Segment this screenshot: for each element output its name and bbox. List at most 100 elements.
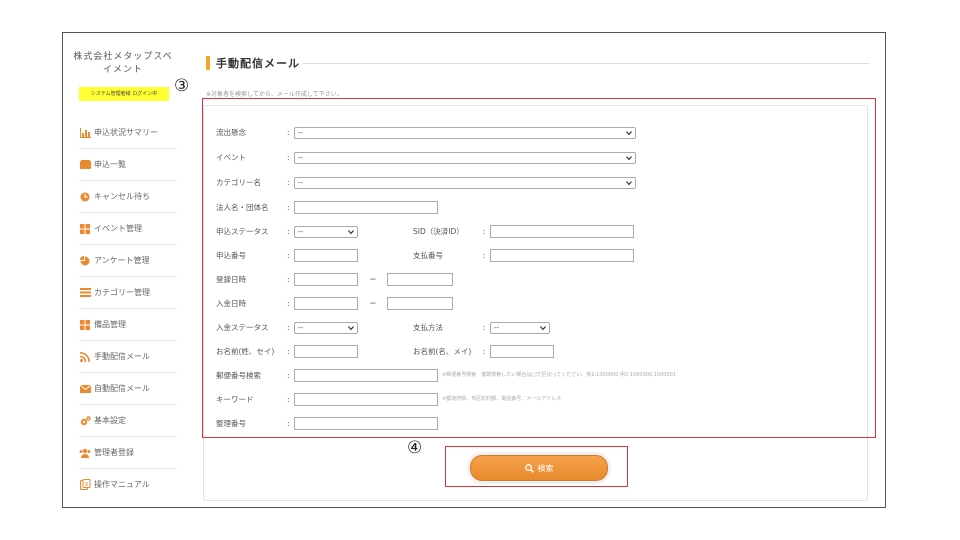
sidebar-item-label: 申込一覧 xyxy=(94,160,126,169)
colon: : xyxy=(287,227,290,236)
zip-search-input[interactable] xyxy=(294,369,438,382)
label-zip-search: 郵便番号検索 xyxy=(216,371,261,380)
rss-icon xyxy=(79,351,91,362)
chevron-down-icon xyxy=(540,326,546,331)
chevron-down-icon xyxy=(348,230,354,235)
sidebar-item-auto-mail[interactable]: 自動配信メール xyxy=(79,373,177,405)
event-select[interactable]: -- xyxy=(294,152,636,164)
colon: : xyxy=(287,299,290,308)
label-sid: SID（決済ID） xyxy=(413,227,464,236)
colon: : xyxy=(287,371,290,380)
sidebar-item-events[interactable]: イベント管理 xyxy=(79,213,177,245)
application-number-input[interactable] xyxy=(294,249,358,262)
keyword-input[interactable] xyxy=(294,393,438,406)
name-first-input[interactable] xyxy=(490,345,554,358)
sid-input[interactable] xyxy=(490,225,634,238)
colon: : xyxy=(287,323,290,332)
label-payment-method: 支払方法 xyxy=(413,323,443,332)
label-payment-date: 入金日時 xyxy=(216,299,246,308)
sidebar-item-equipment[interactable]: 備品管理 xyxy=(79,309,177,341)
registration-date-from-input[interactable] xyxy=(294,273,358,286)
sidebar-item-label: キャンセル待ち xyxy=(94,192,150,201)
sidebar-item-label: 自動配信メール xyxy=(94,384,150,393)
sidebar-item-label: 手動配信メール xyxy=(94,352,150,361)
sidebar-item-label: 管理者登録 xyxy=(94,448,134,457)
sidebar-item-waitlist[interactable]: キャンセル待ち xyxy=(79,181,177,213)
payment-date-to-input[interactable] xyxy=(387,297,453,310)
chevron-down-icon xyxy=(626,156,632,161)
sidebar-item-summary[interactable]: 申込状況サマリー xyxy=(79,117,177,149)
manual-icon xyxy=(79,479,91,490)
keyword-hint: ※都道府県、市区町村都、電話番号、メールアドレス xyxy=(442,396,562,402)
clock-icon xyxy=(79,191,91,202)
chevron-down-icon xyxy=(348,326,354,331)
colon: : xyxy=(483,227,486,236)
colon: : xyxy=(483,251,486,260)
label-application-status: 申込ステータス xyxy=(216,227,269,236)
sidebar: 株式会社メタップスペ イメント システム管理者様 ログイン中 申込状況サマリー … xyxy=(63,33,183,507)
search-icon xyxy=(524,463,534,473)
payment-date-from-input[interactable] xyxy=(294,297,358,310)
label-application-number: 申込番号 xyxy=(216,251,246,260)
sidebar-item-manual[interactable]: 操作マニュアル xyxy=(79,469,177,500)
grid-icon xyxy=(79,319,91,330)
list-icon xyxy=(79,287,91,298)
sidebar-nav: 申込状況サマリー 申込一覧 キャンセル待ち イベント管理 アンケート管理 カテゴ… xyxy=(79,117,177,500)
name-last-input[interactable] xyxy=(294,345,358,358)
label-payment-status: 入金ステータス xyxy=(216,323,269,332)
company-name-line1: 株式会社メタップスペ xyxy=(73,52,173,62)
chevron-down-icon xyxy=(626,181,632,186)
event-select-value: -- xyxy=(298,154,304,162)
colon: : xyxy=(287,275,290,284)
sidebar-item-admins[interactable]: 管理者登録 xyxy=(79,437,177,469)
inflow-select[interactable]: -- xyxy=(294,127,636,139)
sidebar-item-manual-mail[interactable]: 手動配信メール xyxy=(79,341,177,373)
instruction-note: ※対象者を検索してから、メール作成して下さい。 xyxy=(206,91,343,98)
gears-icon xyxy=(79,415,91,426)
category-select[interactable]: -- xyxy=(294,177,636,189)
inflow-select-value: -- xyxy=(298,129,304,137)
reference-number-input[interactable] xyxy=(294,417,438,430)
payment-method-select[interactable]: -- xyxy=(490,322,550,334)
application-status-value: -- xyxy=(298,228,304,236)
label-event: イベント xyxy=(216,153,246,162)
sidebar-item-applications[interactable]: 申込一覧 xyxy=(79,149,177,181)
label-category: カテゴリー名 xyxy=(216,178,261,187)
company-name: 株式会社メタップスペ イメント xyxy=(63,51,183,77)
payment-number-input[interactable] xyxy=(490,249,634,262)
corp-name-input[interactable] xyxy=(294,201,438,214)
range-separator: ~ xyxy=(369,299,377,309)
chevron-down-icon xyxy=(626,131,632,136)
search-button[interactable]: 検索 xyxy=(470,455,608,481)
sidebar-item-label: 基本設定 xyxy=(94,416,126,425)
sidebar-item-label: 操作マニュアル xyxy=(94,480,150,489)
application-status-select[interactable]: -- xyxy=(294,226,358,238)
sidebar-item-label: 備品管理 xyxy=(94,320,126,329)
colon: : xyxy=(287,419,290,428)
sidebar-item-surveys[interactable]: アンケート管理 xyxy=(79,245,177,277)
label-name-kana: お名前(姓、セイ) xyxy=(216,347,275,356)
label-reference-number: 整理番号 xyxy=(216,419,246,428)
payment-status-select[interactable]: -- xyxy=(294,322,358,334)
colon: : xyxy=(287,251,290,260)
grid-icon xyxy=(79,223,91,234)
company-name-line2: イメント xyxy=(102,65,143,75)
title-accent-bar xyxy=(206,56,210,70)
label-payment-number: 支払番号 xyxy=(413,251,443,260)
users-icon xyxy=(79,447,91,458)
sidebar-item-categories[interactable]: カテゴリー管理 xyxy=(79,277,177,309)
callout-number-4: ④ xyxy=(407,438,423,458)
sidebar-item-label: 申込状況サマリー xyxy=(94,128,158,137)
card-icon xyxy=(79,159,91,170)
sidebar-item-label: イベント管理 xyxy=(94,224,142,233)
label-inflow: 流出懸念 xyxy=(216,128,246,137)
sidebar-item-label: カテゴリー管理 xyxy=(94,288,150,297)
sidebar-item-settings[interactable]: 基本設定 xyxy=(79,405,177,437)
colon: : xyxy=(287,128,290,137)
category-select-value: -- xyxy=(298,179,304,187)
registration-date-to-input[interactable] xyxy=(387,273,453,286)
payment-status-value: -- xyxy=(298,324,304,332)
colon: : xyxy=(287,203,290,212)
payment-method-value: -- xyxy=(494,324,500,332)
highlight-box-search-fields xyxy=(202,98,876,438)
